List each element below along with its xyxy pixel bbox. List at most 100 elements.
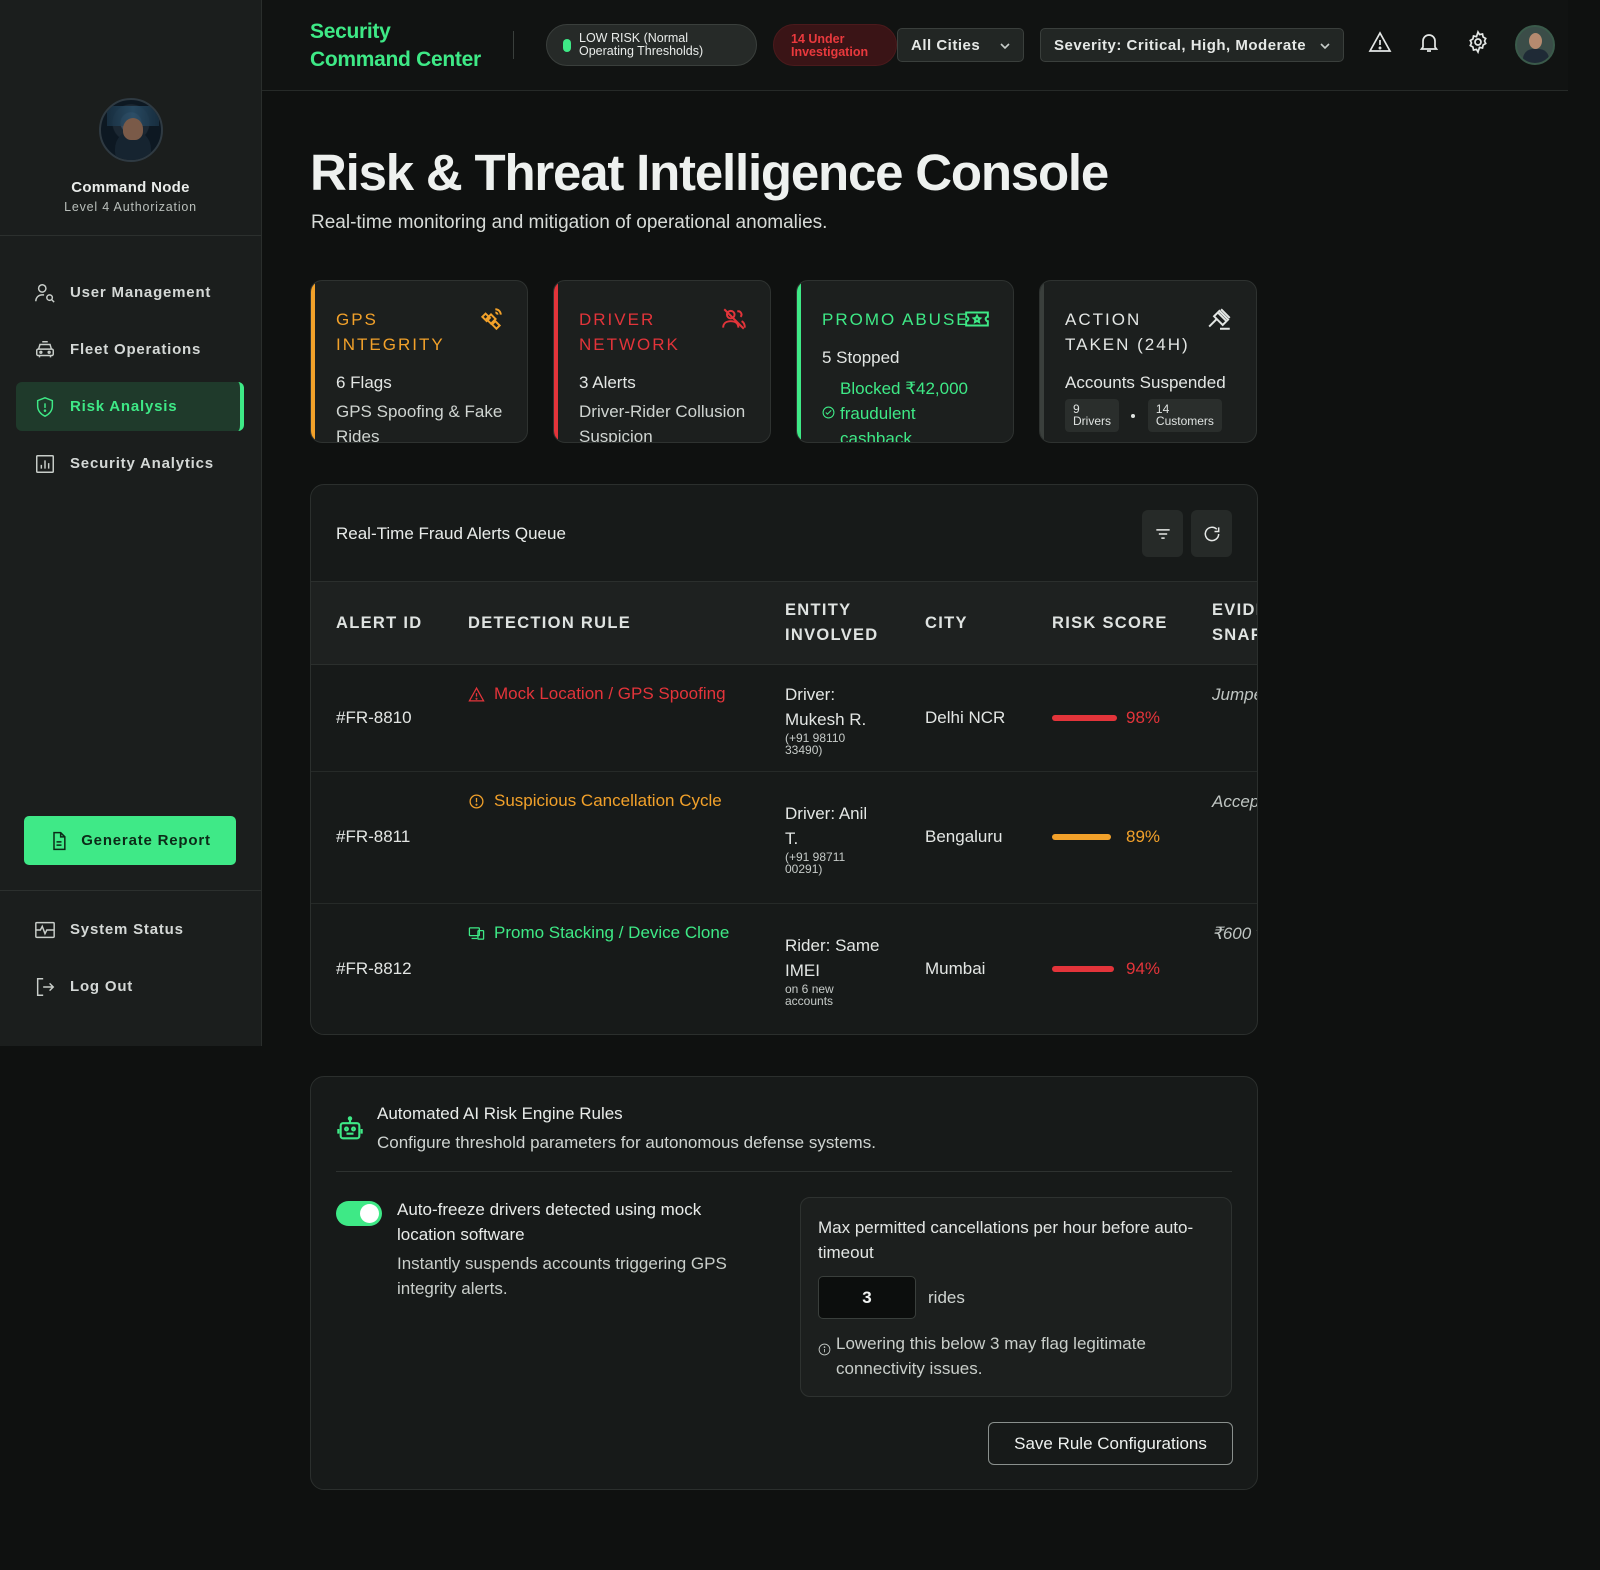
- evidence-snapshot: ₹600 voucher claim attempt: [1212, 924, 1257, 943]
- risk-score-value: 94%: [1126, 959, 1161, 978]
- filter-button[interactable]: [1142, 510, 1183, 557]
- chevron-down-icon: [1000, 43, 1010, 50]
- detection-rule-label: Suspicious Cancellation Cycle: [494, 791, 722, 810]
- brand-title[interactable]: Security Command Center: [310, 18, 481, 74]
- table-row[interactable]: #FR-8812 Promo Stacking / Device Clone R…: [311, 904, 1257, 1034]
- profile-role: Level 4 Authorization: [64, 200, 197, 214]
- threshold-label: Max permitted cancellations per hour bef…: [818, 1218, 1194, 1262]
- sidebar: Command Node Level 4 Authorization User …: [0, 0, 262, 1046]
- table-row[interactable]: #FR-8811 Suspicious Cancellation Cycle D…: [311, 772, 1257, 904]
- car-icon: [36, 340, 54, 357]
- sidebar-item-label: Security Analytics: [70, 455, 214, 472]
- gear-icon: [1469, 29, 1487, 55]
- bar-chart-icon: [36, 454, 54, 473]
- column-header[interactable]: CITY: [925, 611, 968, 636]
- stat-card-promo-abuse[interactable]: PROMO ABUSE 5 Stopped Blocked ₹42,000 fr…: [796, 280, 1014, 443]
- stat-label: ACTION TAKEN (24H): [1065, 310, 1190, 354]
- city: Bengaluru: [925, 827, 1003, 846]
- panel-title: Real-Time Fraud Alerts Queue: [336, 524, 566, 543]
- stat-description-text: Blocked ₹42,000 fraudulent cashback: [840, 379, 969, 443]
- bell-icon: [1419, 34, 1439, 52]
- city-filter-dropdown[interactable]: All Cities: [897, 28, 1024, 62]
- rules-subtitle: Configure threshold parameters for auton…: [377, 1133, 876, 1152]
- risk-score-value: 89%: [1126, 827, 1161, 846]
- document-icon: [53, 831, 66, 850]
- alert-id: #FR-8812: [336, 959, 412, 978]
- sidebar-item-user-management[interactable]: User Management: [16, 268, 244, 317]
- column-header[interactable]: DETECTION RULE: [468, 611, 631, 636]
- divider: [336, 1171, 1232, 1172]
- severity-filter-dropdown[interactable]: Severity: Critical, High, Moderate: [1040, 28, 1344, 62]
- activity-icon: [35, 921, 55, 938]
- cancellation-threshold-card: Max permitted cancellations per hour bef…: [800, 1197, 1232, 1397]
- detection-rule[interactable]: Promo Stacking / Device Clone: [468, 923, 729, 943]
- sidebar-item-label: User Management: [70, 284, 212, 301]
- city-filter-value: All Cities: [911, 36, 981, 54]
- sidebar-item-log-out[interactable]: Log Out: [16, 962, 245, 1011]
- brand-line-1: Security: [310, 20, 391, 43]
- stat-description: GPS Spoofing & Fake Rides: [336, 402, 503, 443]
- city: Mumbai: [925, 959, 986, 978]
- threshold-input[interactable]: 3: [818, 1276, 916, 1319]
- notifications-button[interactable]: [1417, 30, 1441, 54]
- auto-freeze-title: Auto-freeze drivers detected using mock …: [397, 1200, 702, 1244]
- risk-score-bar: [1052, 715, 1117, 721]
- generate-report-button[interactable]: Generate Report: [24, 816, 236, 865]
- stat-value: 6 Flags: [336, 373, 392, 392]
- column-header[interactable]: ALERT ID: [336, 611, 422, 636]
- alerts-button[interactable]: [1368, 30, 1392, 54]
- investigation-badge[interactable]: 14 Under Investigation: [773, 24, 897, 66]
- sidebar-item-system-status[interactable]: System Status: [16, 905, 245, 954]
- devices-icon: [468, 926, 485, 940]
- alert-id: #FR-8810: [336, 708, 412, 727]
- dot-separator: [1131, 413, 1136, 418]
- threshold-note: Lowering this below 3 may flag legitimat…: [818, 1331, 1218, 1381]
- entity-name: Rider: Same IMEI: [785, 936, 880, 980]
- column-header[interactable]: EVIDENCE SNAPSHOT: [1212, 598, 1257, 648]
- entity-involved: Driver: Mukesh R. (+91 98110 33490): [785, 682, 885, 756]
- auto-freeze-toggle[interactable]: [336, 1201, 382, 1226]
- alert-circle-icon: [469, 793, 484, 809]
- sidebar-bottom: System Status Log Out: [0, 890, 261, 1019]
- risk-status-line-2: Operating Thresholds): [579, 44, 704, 58]
- detection-rule-label: Mock Location / GPS Spoofing: [494, 684, 726, 703]
- table-row[interactable]: #FR-8810 Mock Location / GPS Spoofing Dr…: [311, 665, 1257, 772]
- stat-card-driver-network[interactable]: DRIVER NETWORK 3 Alerts Driver-Rider Col…: [553, 280, 771, 443]
- refresh-button[interactable]: [1191, 510, 1232, 557]
- investigation-line-2: Investigation: [791, 45, 869, 59]
- stat-card-action-taken[interactable]: ACTION TAKEN (24H) Accounts Suspended 9 …: [1039, 280, 1257, 443]
- page-title: Risk & Threat Intelligence Console: [310, 144, 1109, 201]
- refresh-icon: [1204, 526, 1219, 541]
- app-root: Command Node Level 4 Authorization User …: [0, 0, 1568, 1539]
- avatar[interactable]: [98, 98, 163, 162]
- sidebar-item-label: Fleet Operations: [70, 341, 202, 358]
- risk-score-bar: [1052, 966, 1114, 972]
- customers-chip: 14 Customers: [1147, 399, 1222, 432]
- stat-label: GPS INTEGRITY: [336, 310, 445, 354]
- user-avatar[interactable]: [1515, 25, 1555, 65]
- evidence-snapshot: Accepted & cancelled 8 trips in 15 mins: [1212, 792, 1257, 811]
- accent-bar: [1040, 281, 1044, 442]
- stat-label: DRIVER NETWORK: [579, 310, 680, 354]
- sidebar-item-risk-analysis[interactable]: Risk Analysis: [16, 382, 244, 431]
- warning-triangle-icon: [468, 686, 485, 702]
- settings-button[interactable]: [1466, 29, 1490, 55]
- satellite-icon: [478, 306, 504, 332]
- column-header[interactable]: RISK SCORE: [1052, 611, 1168, 636]
- column-header[interactable]: ENTITY INVOLVED: [785, 598, 895, 648]
- accent-bar: [797, 281, 801, 442]
- user-search-icon: [35, 283, 55, 303]
- stat-card-gps-integrity[interactable]: GPS INTEGRITY 6 Flags GPS Spoofing & Fak…: [310, 280, 528, 443]
- save-rules-button[interactable]: Save Rule Configurations: [988, 1422, 1233, 1465]
- detection-rule-label: Promo Stacking / Device Clone: [494, 923, 730, 942]
- sidebar-item-label: Risk Analysis: [70, 398, 178, 415]
- detection-rule[interactable]: Mock Location / GPS Spoofing: [468, 684, 726, 704]
- status-dot: [563, 38, 571, 52]
- sidebar-item-fleet-operations[interactable]: Fleet Operations: [16, 325, 244, 374]
- profile-name: Command Node: [71, 179, 190, 196]
- sidebar-item-security-analytics[interactable]: Security Analytics: [16, 439, 244, 488]
- detection-rule[interactable]: Suspicious Cancellation Cycle: [468, 791, 722, 811]
- auto-freeze-description: Instantly suspends accounts triggering G…: [397, 1254, 727, 1298]
- profile-card: Command Node Level 4 Authorization: [0, 0, 261, 236]
- chip-label: Drivers: [1073, 414, 1111, 428]
